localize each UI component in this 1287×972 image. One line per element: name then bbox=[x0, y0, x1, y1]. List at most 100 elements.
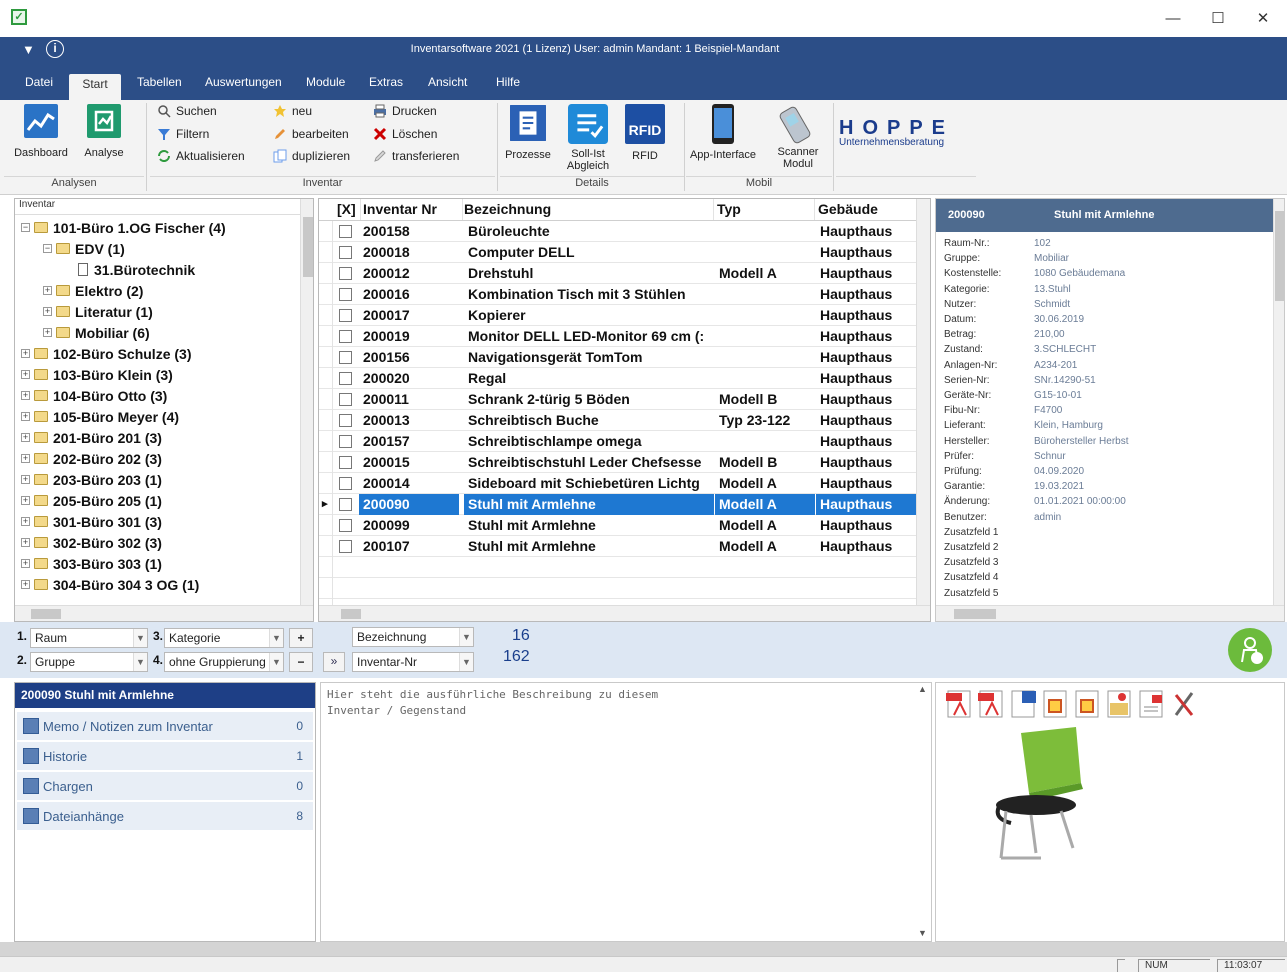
tree-node[interactable]: +102-Büro Schulze (3) bbox=[21, 343, 191, 364]
neu-button[interactable]: neu bbox=[273, 104, 312, 118]
tree-node[interactable]: 31.Bürotechnik bbox=[65, 259, 195, 280]
suchen-button[interactable]: Suchen bbox=[157, 104, 217, 118]
dashboard-button[interactable]: Dashboard bbox=[12, 104, 70, 159]
tree-node[interactable]: +302-Büro 302 (3) bbox=[21, 532, 162, 553]
row-checkbox[interactable] bbox=[339, 330, 352, 343]
row-checkbox[interactable] bbox=[339, 372, 352, 385]
row-checkbox[interactable] bbox=[339, 435, 352, 448]
filter1-select[interactable]: Raum ▼ bbox=[30, 628, 148, 648]
table-row[interactable]: 200020 Regal Haupthaus bbox=[319, 368, 916, 389]
row-checkbox[interactable] bbox=[339, 351, 352, 364]
tree-node[interactable]: + Literatur (1) bbox=[43, 301, 153, 322]
prozesse-button[interactable]: Prozesse bbox=[502, 104, 554, 161]
detail-hscroll-thumb[interactable] bbox=[954, 609, 996, 619]
filter4-select[interactable]: ohne Gruppierung ▼ bbox=[164, 652, 284, 672]
expand-icon[interactable]: + bbox=[43, 286, 52, 295]
table-row[interactable]: 200013 Schreibtisch Buche Typ 23-122 Haupth… bbox=[319, 410, 916, 431]
table-row[interactable]: 200016 Kombination Tisch mit 3 Stühlen Hau… bbox=[319, 284, 916, 305]
description-scroll-down-icon[interactable]: ▼ bbox=[918, 928, 927, 938]
tools-icon[interactable] bbox=[1170, 689, 1198, 719]
row-checkbox[interactable] bbox=[339, 288, 352, 301]
loeschen-button[interactable]: Löschen bbox=[373, 127, 437, 141]
expand-icon[interactable]: + bbox=[21, 559, 30, 568]
tab-module[interactable]: Module bbox=[298, 74, 353, 100]
table-row[interactable]: 200014 Sideboard mit Schiebetüren Lichtg M… bbox=[319, 473, 916, 494]
detail-horizontal-scrollbar[interactable] bbox=[936, 605, 1284, 621]
tree-node[interactable]: − 101-Büro 1.OG Fischer (4) bbox=[21, 217, 226, 238]
row-checkbox[interactable] bbox=[339, 393, 352, 406]
grid-vertical-scrollbar[interactable] bbox=[916, 199, 930, 605]
tab-datei[interactable]: Datei bbox=[17, 74, 61, 100]
duplizieren-button[interactable]: duplizieren bbox=[273, 149, 350, 163]
pdf-file-icon[interactable] bbox=[946, 689, 974, 719]
tree-node[interactable]: +103-Büro Klein (3) bbox=[21, 364, 173, 385]
row-checkbox[interactable] bbox=[339, 267, 352, 280]
sort1-select[interactable]: Bezeichnung ▼ bbox=[352, 627, 474, 647]
table-row[interactable]: 200019 Monitor DELL LED-Monitor 69 cm (: H… bbox=[319, 326, 916, 347]
tree-node[interactable]: +205-Büro 205 (1) bbox=[21, 490, 162, 511]
maximize-button[interactable]: ☐ bbox=[1203, 8, 1233, 30]
row-checkbox[interactable] bbox=[339, 414, 352, 427]
user-status-icon[interactable] bbox=[1228, 628, 1272, 672]
expand-icon[interactable]: + bbox=[21, 475, 30, 484]
row-checkbox[interactable] bbox=[339, 498, 352, 511]
expand-icon[interactable]: + bbox=[21, 349, 30, 358]
tree-node[interactable]: +304-Büro 304 3 OG (1) bbox=[21, 574, 199, 595]
expand-icon[interactable]: + bbox=[21, 412, 30, 421]
tree-scroll-thumb[interactable] bbox=[303, 217, 313, 277]
table-row[interactable]: 200107 Stuhl mit Armlehne Modell A Haupthau… bbox=[319, 536, 916, 557]
pdf-file-icon[interactable] bbox=[978, 689, 1006, 719]
expand-icon[interactable]: + bbox=[21, 454, 30, 463]
transferieren-button[interactable]: transferieren bbox=[373, 149, 459, 163]
col-header-typ[interactable]: Typ bbox=[713, 199, 815, 220]
bearbeiten-button[interactable]: bearbeiten bbox=[273, 127, 349, 141]
row-checkbox[interactable] bbox=[339, 456, 352, 469]
tab-start[interactable]: Start bbox=[69, 74, 121, 100]
minimize-button[interactable]: — bbox=[1158, 8, 1188, 30]
tree-node[interactable]: +202-Büro 202 (3) bbox=[21, 448, 162, 469]
table-row[interactable]: 200017 Kopierer Haupthaus bbox=[319, 305, 916, 326]
close-button[interactable]: ✕ bbox=[1248, 8, 1278, 30]
expand-icon[interactable]: + bbox=[21, 391, 30, 400]
table-row[interactable]: 200157 Schreibtischlampe omega Haupthaus bbox=[319, 431, 916, 452]
tab-hilfe[interactable]: Hilfe bbox=[488, 74, 528, 100]
row-checkbox[interactable] bbox=[339, 519, 352, 532]
tree-hscroll-thumb[interactable] bbox=[31, 609, 61, 619]
tree-node[interactable]: − EDV (1) bbox=[43, 238, 125, 259]
row-checkbox[interactable] bbox=[339, 540, 352, 553]
expand-icon[interactable]: + bbox=[21, 517, 30, 526]
app-interface-button[interactable]: App-Interface bbox=[688, 104, 758, 161]
collapse-icon[interactable]: − bbox=[43, 244, 52, 253]
row-checkbox[interactable] bbox=[339, 225, 352, 238]
historie-item[interactable]: Historie 1 bbox=[17, 742, 313, 770]
tab-auswertungen[interactable]: Auswertungen bbox=[197, 74, 290, 100]
detail-scroll-thumb[interactable] bbox=[1275, 211, 1284, 301]
table-row[interactable]: 200099 Stuhl mit Armlehne Modell A Haupthau… bbox=[319, 515, 916, 536]
detail-vertical-scrollbar[interactable] bbox=[1273, 199, 1284, 605]
expand-icon[interactable]: + bbox=[43, 307, 52, 316]
tab-extras[interactable]: Extras bbox=[361, 74, 411, 100]
tree-node[interactable]: +203-Büro 203 (1) bbox=[21, 469, 162, 490]
expand-icon[interactable]: + bbox=[21, 580, 30, 589]
soll-ist-button[interactable]: Soll-Ist Abgleich bbox=[563, 104, 613, 172]
row-checkbox[interactable] bbox=[339, 477, 352, 490]
tree-node[interactable]: +301-Büro 301 (3) bbox=[21, 511, 162, 532]
panel-splitter[interactable] bbox=[0, 942, 1287, 956]
word-file-icon[interactable] bbox=[1010, 689, 1038, 719]
tree-node[interactable]: + Mobiliar (6) bbox=[43, 322, 150, 343]
description-scroll-up-icon[interactable]: ▲ bbox=[918, 684, 927, 694]
add-filter-button[interactable]: + bbox=[289, 628, 313, 648]
tab-tabellen[interactable]: Tabellen bbox=[129, 74, 190, 100]
table-row[interactable]: 200018 Computer DELL Haupthaus bbox=[319, 242, 916, 263]
memo-notes-item[interactable]: Memo / Notizen zum Inventar 0 bbox=[17, 712, 313, 740]
table-row[interactable]: 200156 Navigationsgerät TomTom Haupthaus bbox=[319, 347, 916, 368]
dateianhaenge-item[interactable]: Dateianhänge 8 bbox=[17, 802, 313, 830]
photo-file-icon[interactable] bbox=[1106, 689, 1134, 719]
table-row[interactable]: 200015 Schreibtischstuhl Leder Chefsesse M… bbox=[319, 452, 916, 473]
grid-hscroll-thumb[interactable] bbox=[341, 609, 361, 619]
filter3-select[interactable]: Kategorie ▼ bbox=[164, 628, 284, 648]
drucken-button[interactable]: Drucken bbox=[373, 104, 437, 118]
expand-icon[interactable]: + bbox=[21, 370, 30, 379]
row-checkbox[interactable] bbox=[339, 246, 352, 259]
filter2-select[interactable]: Gruppe ▼ bbox=[30, 652, 148, 672]
